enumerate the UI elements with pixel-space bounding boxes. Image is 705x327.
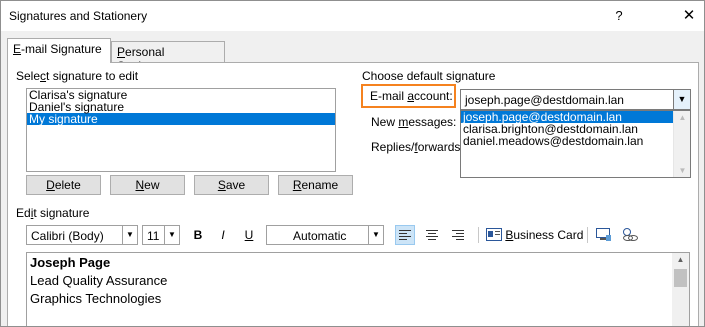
toolbar-divider	[587, 227, 588, 243]
tab-email-signature-label: E-mail Signature	[13, 42, 102, 56]
insert-picture-button[interactable]	[594, 225, 614, 245]
align-center-icon	[426, 230, 438, 240]
scroll-thumb[interactable]	[674, 269, 687, 287]
dropdown-scrollbar[interactable]: ▲ ▼	[673, 111, 690, 177]
signature-line: Lead Quality Assurance	[30, 273, 168, 288]
email-account-dropdown[interactable]: joseph.page@destdomain.lan clarisa.brigh…	[460, 110, 691, 178]
font-color-select[interactable]: Automatic ▼	[266, 225, 384, 245]
save-button[interactable]: Save	[194, 175, 269, 195]
toolbar-divider	[478, 227, 479, 243]
default-signature-label: Choose default signature	[362, 69, 496, 83]
business-card-icon	[486, 228, 502, 241]
chevron-down-icon[interactable]: ▼	[673, 90, 690, 109]
close-button[interactable]: ✕	[674, 5, 704, 27]
help-button[interactable]: ?	[604, 5, 634, 27]
window-title: Signatures and Stationery	[9, 9, 148, 23]
insert-picture-icon	[596, 228, 611, 241]
insert-hyperlink-icon	[623, 228, 638, 241]
italic-button[interactable]: I	[213, 225, 233, 245]
chevron-down-icon[interactable]: ▼	[164, 226, 179, 244]
dropdown-option[interactable]: daniel.meadows@destdomain.lan	[461, 135, 690, 147]
align-left-icon	[399, 230, 411, 240]
new-messages-label: New messages:	[371, 115, 457, 129]
align-center-button[interactable]	[422, 225, 442, 245]
signatures-dialog: Signatures and Stationery ? ✕ E-mail Sig…	[0, 0, 705, 327]
chevron-down-icon[interactable]: ▼	[368, 226, 383, 244]
font-value: Calibri (Body)	[31, 229, 104, 243]
edit-signature-label: Edit signature	[16, 206, 90, 220]
scroll-down-icon[interactable]: ▼	[674, 166, 691, 175]
editor-scrollbar[interactable]: ▲	[672, 253, 689, 326]
list-item-selected[interactable]: My signature	[27, 113, 335, 125]
tab-email-signature[interactable]: E-mail Signature	[7, 38, 111, 63]
email-account-label: E-mail account:	[370, 89, 453, 103]
replies-forwards-label: Replies/forwards:	[371, 140, 464, 154]
scroll-up-icon[interactable]: ▲	[672, 255, 689, 264]
rename-button[interactable]: Rename	[278, 175, 353, 195]
title-bar: Signatures and Stationery ? ✕	[1, 1, 704, 31]
font-size-value: 11	[147, 229, 160, 243]
scroll-up-icon[interactable]: ▲	[674, 113, 691, 122]
business-card-label: Business Card	[505, 228, 584, 242]
chevron-down-icon[interactable]: ▼	[122, 226, 137, 244]
tab-personal-stationery[interactable]: Personal Stationery	[111, 41, 225, 73]
new-button[interactable]: New	[110, 175, 185, 195]
business-card-button[interactable]: Business Card	[486, 228, 583, 242]
delete-button[interactable]: Delete	[26, 175, 101, 195]
signature-line: Joseph Page	[30, 255, 111, 270]
underline-button[interactable]: U	[239, 225, 259, 245]
signature-line: Graphics Technologies	[30, 291, 162, 306]
signature-editor[interactable]: Joseph Page Lead Quality Assurance Graph…	[26, 252, 690, 326]
font-select[interactable]: Calibri (Body) ▼	[26, 225, 138, 245]
bold-button[interactable]: B	[188, 225, 208, 245]
align-right-button[interactable]	[448, 225, 468, 245]
select-signature-label: Select signature to edit	[16, 69, 139, 83]
align-left-button[interactable]	[395, 225, 415, 245]
signature-list[interactable]: Clarisa's signature Daniel's signature M…	[26, 88, 336, 172]
font-color-value: Automatic	[293, 229, 347, 243]
email-account-value: joseph.page@destdomain.lan	[465, 93, 624, 107]
email-account-select[interactable]: joseph.page@destdomain.lan ▼	[460, 89, 691, 110]
insert-hyperlink-button[interactable]	[620, 225, 640, 245]
font-size-select[interactable]: 11 ▼	[142, 225, 180, 245]
align-right-icon	[452, 230, 464, 240]
